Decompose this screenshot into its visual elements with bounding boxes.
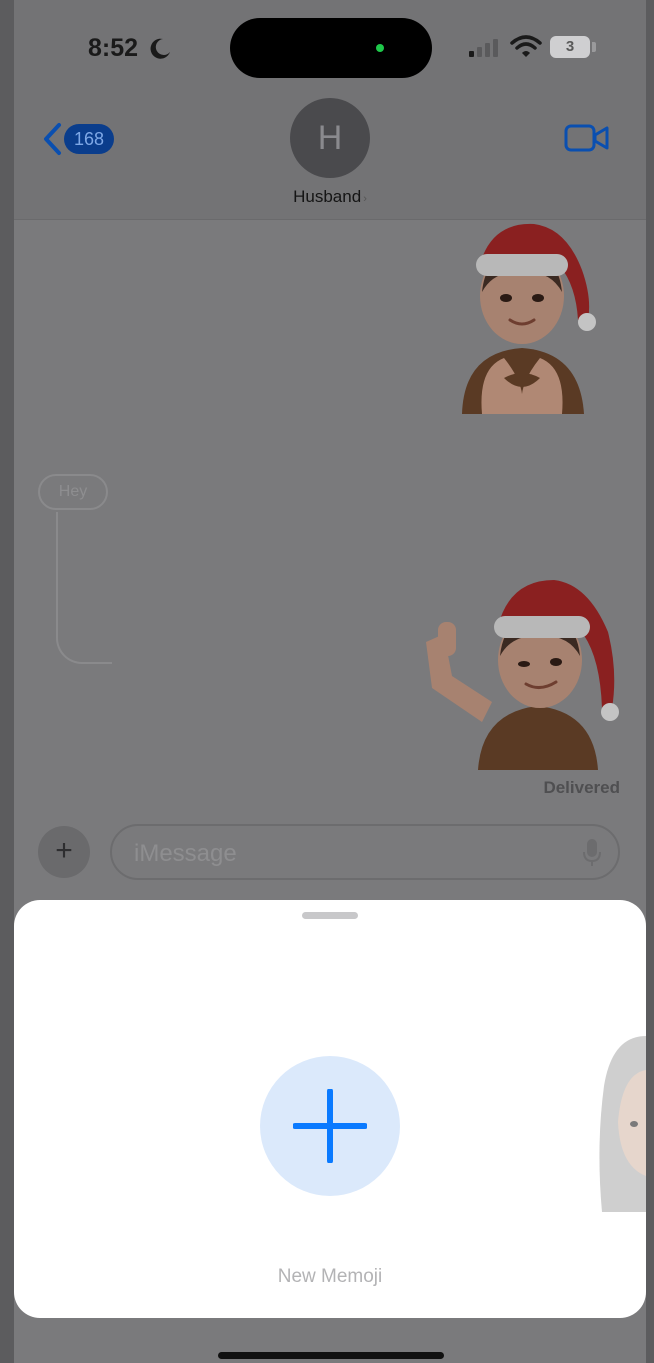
plus-icon[interactable]: +: [38, 826, 90, 878]
memoji-preview-peek[interactable]: [594, 1026, 646, 1216]
plus-large-icon: [293, 1089, 367, 1163]
status-time: 8:52: [88, 34, 139, 62]
chevron-right-icon: ›: [363, 193, 367, 205]
camera-indicator-dot: [376, 44, 384, 52]
message-input[interactable]: iMessage: [110, 824, 620, 880]
wifi-icon: [510, 35, 542, 57]
contact-avatar[interactable]: H: [290, 98, 370, 178]
moon-icon: [150, 38, 170, 59]
microphone-icon[interactable]: [582, 838, 602, 868]
memoji-sheet: New Memoji: [14, 900, 646, 1318]
new-memoji-button[interactable]: [260, 1056, 400, 1196]
message-placeholder: iMessage: [134, 840, 237, 867]
dynamic-island: [230, 18, 432, 78]
contact-name-label: Husband: [293, 187, 362, 206]
battery-icon: 3: [550, 36, 590, 58]
new-memoji-label: New Memoji: [277, 1266, 383, 1287]
battery-cap: [592, 42, 596, 52]
video-call-icon[interactable]: [564, 122, 610, 154]
home-indicator[interactable]: [218, 1352, 444, 1359]
signal-icon: [469, 39, 498, 57]
memoji-sticker-heart-hands[interactable]: [442, 218, 602, 418]
back-chevron-icon[interactable]: [42, 122, 62, 156]
memoji-sticker-call-me[interactable]: [412, 572, 628, 772]
reply-bubble-hey[interactable]: Hey: [38, 474, 108, 510]
unread-count-badge[interactable]: 168: [64, 124, 115, 154]
sheet-grabber[interactable]: [302, 912, 358, 919]
messages-screen: 168 H Husband › 8:52 3 Hey Delivered + i…: [14, 0, 646, 1363]
contact-name[interactable]: Husband ›: [14, 187, 646, 207]
reply-thread-line: [56, 512, 112, 664]
delivered-status: Delivered: [543, 778, 620, 797]
